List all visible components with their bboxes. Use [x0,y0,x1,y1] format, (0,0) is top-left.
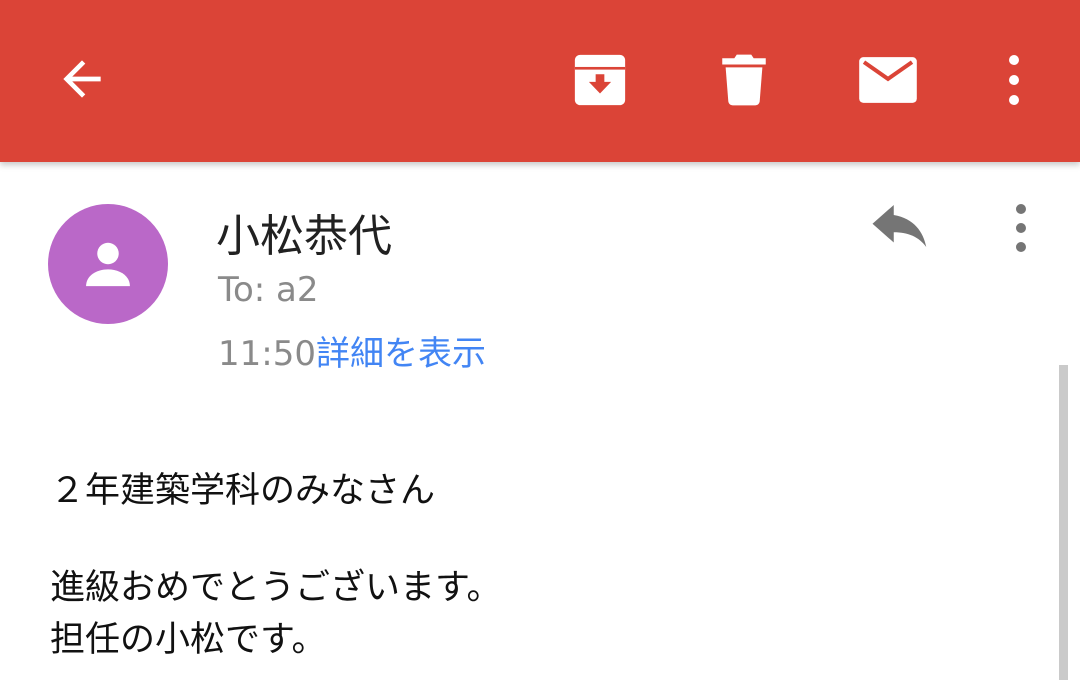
scrollbar[interactable] [1059,365,1068,680]
mark-unread-button[interactable] [846,42,930,118]
reply-icon [872,205,927,247]
sender-name: 小松恭代 [216,211,392,262]
sender-avatar[interactable] [48,204,168,324]
delete-icon [722,54,766,106]
message-more-button[interactable] [994,196,1048,260]
message-view: 小松恭代 To: a2 11:50詳細を表示 ２年建築学科のみなさん 進級おめで… [0,162,1080,680]
message-time: 11:50 [218,334,316,374]
back-button[interactable] [42,44,122,114]
show-details-link[interactable]: 詳細を表示 [316,334,486,374]
body-line: 進級おめでとうございます。 [50,568,502,608]
more-vert-icon [1016,204,1026,252]
message-meta: 11:50詳細を表示 [218,326,486,375]
more-options-button[interactable] [984,42,1044,118]
body-line: 担任の小松です。 [50,620,327,660]
recipient-line: To: a2 [218,270,319,310]
archive-icon [574,54,626,106]
body-greeting: ２年建築学科のみなさん [50,471,436,511]
reply-button[interactable] [862,198,938,262]
mark-unread-icon [859,57,917,103]
person-icon [86,242,130,287]
more-vert-icon [1009,55,1019,105]
archive-button[interactable] [560,42,640,118]
delete-button[interactable] [704,42,784,118]
top-app-bar [0,0,1080,162]
arrow-back-icon [63,60,101,98]
